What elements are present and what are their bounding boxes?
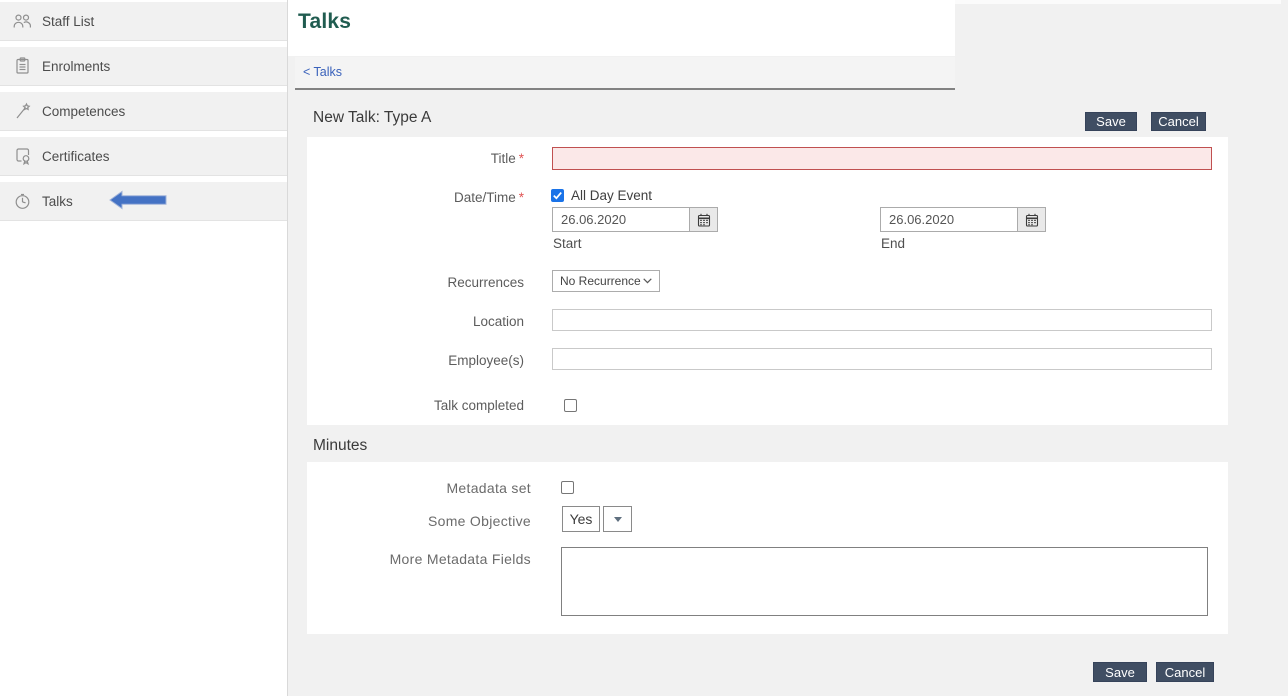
talk-completed-checkbox[interactable] [564, 399, 577, 412]
recurrences-selected-value: No Recurrence [560, 274, 641, 288]
sidebar-item-competences[interactable]: Competences [0, 92, 287, 131]
triangle-down-icon [614, 517, 622, 522]
metadata-set-label: Metadata set [300, 480, 531, 496]
end-caption: End [881, 236, 905, 251]
clipboard-icon [13, 57, 32, 75]
cancel-button-bottom[interactable]: Cancel [1156, 662, 1214, 682]
start-date-group [552, 207, 718, 232]
metadata-set-checkbox[interactable] [561, 481, 574, 494]
sidebar-item-label: Certificates [42, 149, 110, 164]
check-icon [552, 190, 563, 201]
sidebar-item-enrolments[interactable]: Enrolments [0, 47, 287, 86]
top-edge-strip [955, 0, 1281, 4]
page-title: Talks [298, 10, 351, 34]
location-label: Location [300, 314, 524, 329]
some-objective-label: Some Objective [300, 513, 531, 529]
sidebar-item-certificates[interactable]: Certificates [0, 137, 287, 176]
chevron-down-icon [643, 278, 652, 284]
calendar-icon [697, 213, 711, 227]
datetime-label: Date/Time* [300, 190, 524, 205]
start-date-input[interactable] [553, 208, 689, 231]
required-marker: * [519, 151, 524, 166]
minutes-section-title: Minutes [313, 437, 367, 455]
page-header [288, 0, 955, 56]
sidebar-item-label: Competences [42, 104, 125, 119]
all-day-event-checkbox[interactable] [551, 189, 564, 202]
some-objective-dropdown-button[interactable] [603, 506, 632, 532]
end-date-picker-button[interactable] [1017, 208, 1045, 231]
certificate-icon [13, 147, 32, 165]
form-title: New Talk: Type A [313, 109, 431, 127]
sidebar-item-label: Talks [42, 194, 73, 209]
sidebar-item-label: Enrolments [42, 59, 110, 74]
save-button-bottom[interactable]: Save [1093, 662, 1147, 682]
clock-icon [13, 192, 32, 210]
location-input[interactable] [552, 309, 1212, 331]
breadcrumb-back-link[interactable]: < Talks [303, 65, 342, 79]
all-day-event-label: All Day Event [571, 188, 652, 203]
employees-input[interactable] [552, 348, 1212, 370]
some-objective-value[interactable]: Yes [562, 506, 600, 532]
cancel-button-top[interactable]: Cancel [1151, 112, 1206, 131]
sidebar-item-staff-list[interactable]: Staff List [0, 2, 287, 41]
start-date-picker-button[interactable] [689, 208, 717, 231]
title-label: Title* [300, 151, 524, 166]
employees-label: Employee(s) [300, 353, 524, 368]
recurrences-select[interactable]: No Recurrence [552, 270, 660, 292]
wand-icon [13, 102, 32, 120]
talk-completed-label: Talk completed [300, 398, 524, 413]
calendar-icon [1025, 213, 1039, 227]
start-caption: Start [553, 236, 582, 251]
recurrences-label: Recurrences [300, 275, 524, 290]
save-button-top[interactable]: Save [1085, 112, 1137, 131]
people-icon [13, 12, 32, 30]
left-arrow-annotation-icon [109, 190, 167, 213]
end-date-group [880, 207, 1046, 232]
more-metadata-label: More Metadata Fields [300, 551, 531, 567]
breadcrumb: < Talks [295, 57, 955, 90]
sidebar-item-talks[interactable]: Talks [0, 182, 287, 221]
more-metadata-textarea[interactable] [561, 547, 1208, 616]
sidebar: Staff List Enrolments Com [0, 0, 288, 696]
end-date-input[interactable] [881, 208, 1017, 231]
title-input[interactable] [552, 147, 1212, 170]
required-marker: * [519, 190, 524, 205]
sidebar-item-label: Staff List [42, 14, 94, 29]
some-objective-combobox: Yes [562, 506, 632, 532]
app-window: Staff List Enrolments Com [0, 0, 1288, 696]
